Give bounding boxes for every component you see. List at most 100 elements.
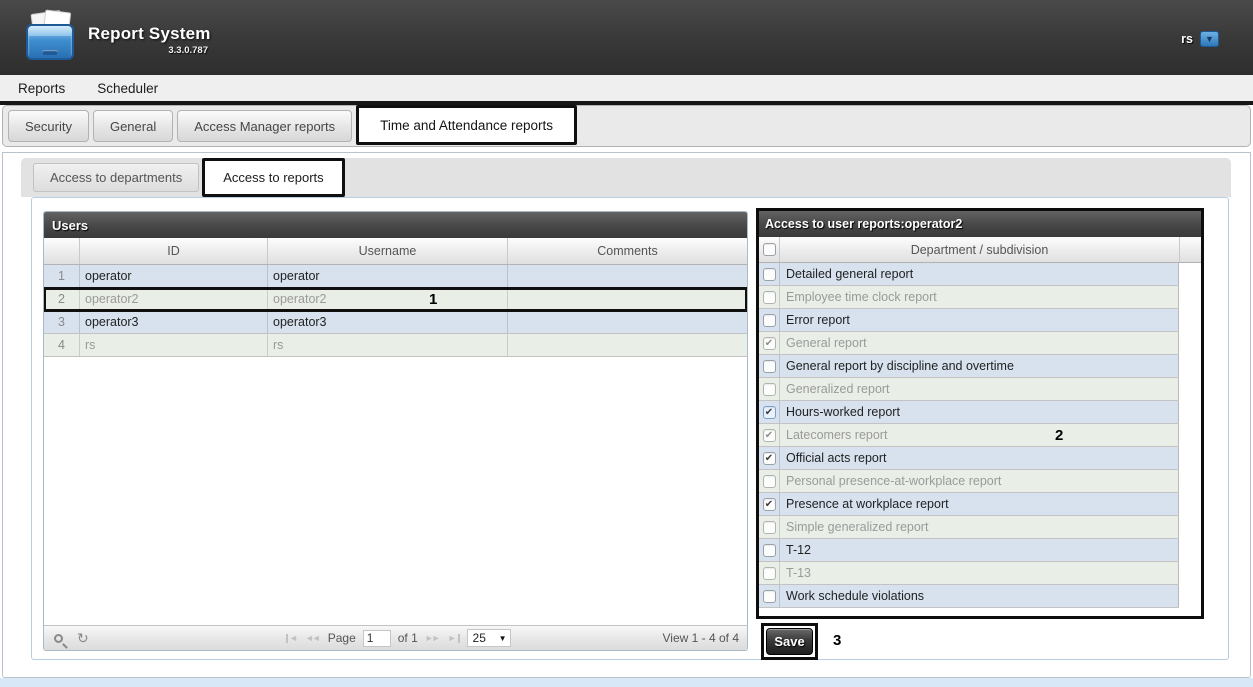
cell-username: rs bbox=[267, 334, 507, 356]
tab-security[interactable]: Security bbox=[8, 110, 89, 142]
pager-left-tools: ↻ bbox=[44, 631, 134, 645]
select-all-checkbox[interactable] bbox=[763, 243, 776, 256]
report-access-row[interactable]: T-13 bbox=[759, 562, 1179, 585]
subtab-access-to-reports[interactable]: Access to reports bbox=[202, 158, 344, 197]
report-name: Simple generalized report bbox=[779, 516, 1179, 538]
app-title: Report System bbox=[88, 24, 208, 44]
users-panel-title: Users bbox=[44, 212, 747, 238]
report-access-row[interactable]: Personal presence-at-workplace report bbox=[759, 470, 1179, 493]
next-page-icon[interactable]: ►► bbox=[425, 634, 441, 643]
table-row[interactable]: 3 operator3 operator3 bbox=[44, 311, 747, 334]
report-access-row[interactable]: Detailed general report bbox=[759, 263, 1179, 286]
report-name: Presence at workplace report bbox=[779, 493, 1179, 515]
annotation-number-1: 1 bbox=[429, 291, 437, 308]
report-access-row[interactable]: General report bbox=[759, 332, 1179, 355]
report-checkbox[interactable] bbox=[763, 498, 776, 511]
report-checkbox[interactable] bbox=[763, 544, 776, 557]
report-access-row[interactable]: Presence at workplace report bbox=[759, 493, 1179, 516]
access-reports-panel: Access to user reports:operator2 Departm… bbox=[759, 211, 1201, 616]
row-number: 4 bbox=[44, 334, 79, 356]
page-label: Page bbox=[328, 631, 356, 645]
report-checkbox[interactable] bbox=[763, 452, 776, 465]
row-number: 2 bbox=[44, 288, 79, 310]
report-checkbox[interactable] bbox=[763, 590, 776, 603]
chevron-down-icon: ▼ bbox=[499, 634, 507, 643]
report-name: General report by discipline and overtim… bbox=[779, 355, 1179, 377]
report-access-row[interactable]: Hours-worked report bbox=[759, 401, 1179, 424]
report-access-row[interactable]: Generalized report bbox=[759, 378, 1179, 401]
report-checkbox[interactable] bbox=[763, 429, 776, 442]
cell-comments bbox=[507, 334, 747, 356]
report-checkbox[interactable] bbox=[763, 475, 776, 488]
access-column-header: Department / subdivision bbox=[759, 237, 1201, 263]
report-access-row[interactable]: Error report bbox=[759, 309, 1179, 332]
content-container: Access to departments Access to reports … bbox=[2, 152, 1251, 678]
inner-panel: Users ID Username Comments 1 operator op… bbox=[31, 197, 1229, 660]
search-icon[interactable] bbox=[54, 634, 63, 643]
report-checkbox[interactable] bbox=[763, 383, 776, 396]
menubar: Reports Scheduler bbox=[0, 75, 1253, 105]
report-access-row[interactable]: Simple generalized report bbox=[759, 516, 1179, 539]
report-access-row[interactable]: Official acts report bbox=[759, 447, 1179, 470]
page-size-select[interactable]: 25 ▼ bbox=[467, 629, 511, 647]
report-checkbox[interactable] bbox=[763, 521, 776, 534]
logo-box-lid bbox=[28, 26, 72, 36]
report-access-row[interactable]: Employee time clock report bbox=[759, 286, 1179, 309]
refresh-icon[interactable]: ↻ bbox=[77, 631, 89, 645]
last-page-icon[interactable]: ► bbox=[448, 634, 460, 643]
report-access-row[interactable]: T-12 bbox=[759, 539, 1179, 562]
tab-time-and-attendance-reports[interactable]: Time and Attendance reports bbox=[356, 105, 577, 145]
row-number: 1 bbox=[44, 265, 79, 287]
subtab-access-to-departments[interactable]: Access to departments bbox=[33, 163, 199, 192]
tab-access-manager-reports[interactable]: Access Manager reports bbox=[177, 110, 352, 142]
column-id[interactable]: ID bbox=[79, 238, 267, 264]
report-access-row[interactable]: Latecomers report 2 bbox=[759, 424, 1179, 447]
column-comments[interactable]: Comments bbox=[507, 238, 747, 264]
report-checkbox[interactable] bbox=[763, 337, 776, 350]
table-row[interactable]: 4 rs rs bbox=[44, 334, 747, 357]
report-checkbox[interactable] bbox=[763, 268, 776, 281]
save-button[interactable]: Save bbox=[766, 628, 813, 655]
report-name: General report bbox=[779, 332, 1179, 354]
column-username[interactable]: Username bbox=[267, 238, 507, 264]
users-column-header: ID Username Comments bbox=[44, 238, 747, 265]
cell-id: rs bbox=[79, 334, 267, 356]
page-of-label: of 1 bbox=[398, 631, 418, 645]
report-name: Personal presence-at-workplace report bbox=[779, 470, 1179, 492]
report-checkbox[interactable] bbox=[763, 291, 776, 304]
report-checkbox[interactable] bbox=[763, 567, 776, 580]
select-all-cell bbox=[759, 237, 779, 262]
annotation-number-3: 3 bbox=[833, 632, 841, 649]
report-name: Employee time clock report bbox=[779, 286, 1179, 308]
access-panel-title: Access to user reports:operator2 bbox=[759, 211, 1201, 237]
report-checkbox[interactable] bbox=[763, 314, 776, 327]
report-name: T-13 bbox=[779, 562, 1179, 584]
report-access-row[interactable]: Work schedule violations bbox=[759, 585, 1179, 608]
pager-bar: ↻ ◄ ◄◄ Page of 1 ►► ► 25 ▼ View 1 - 4 of… bbox=[44, 625, 747, 650]
tab-general[interactable]: General bbox=[93, 110, 173, 142]
table-row[interactable]: 1 operator operator bbox=[44, 265, 747, 288]
username-label: rs bbox=[1181, 32, 1193, 46]
user-menu-button[interactable]: ▼ bbox=[1200, 31, 1219, 47]
logo-box-handle bbox=[42, 50, 58, 55]
report-checkbox[interactable] bbox=[763, 360, 776, 373]
report-access-row[interactable]: General report by discipline and overtim… bbox=[759, 355, 1179, 378]
page-number-input[interactable] bbox=[363, 630, 391, 647]
panel-bottom-padding bbox=[759, 608, 1201, 616]
column-rownum bbox=[44, 238, 79, 264]
cell-id: operator2 bbox=[79, 288, 267, 310]
menu-item-scheduler[interactable]: Scheduler bbox=[97, 81, 158, 96]
report-name: Latecomers report bbox=[779, 424, 1179, 446]
prev-page-icon[interactable]: ◄◄ bbox=[305, 634, 321, 643]
report-name: Error report bbox=[779, 309, 1179, 331]
first-page-icon[interactable]: ◄ bbox=[286, 634, 298, 643]
pager-view-info: View 1 - 4 of 4 bbox=[663, 631, 748, 645]
report-checkbox[interactable] bbox=[763, 406, 776, 419]
cell-comments bbox=[507, 288, 747, 310]
table-row-selected[interactable]: 2 operator2 operator2 1 bbox=[44, 288, 747, 311]
menu-item-reports[interactable]: Reports bbox=[18, 81, 65, 96]
column-department-subdivision[interactable]: Department / subdivision bbox=[779, 237, 1179, 262]
chevron-down-icon: ▼ bbox=[1205, 34, 1214, 44]
row-number: 3 bbox=[44, 311, 79, 333]
app-version: 3.3.0.787 bbox=[88, 45, 208, 56]
